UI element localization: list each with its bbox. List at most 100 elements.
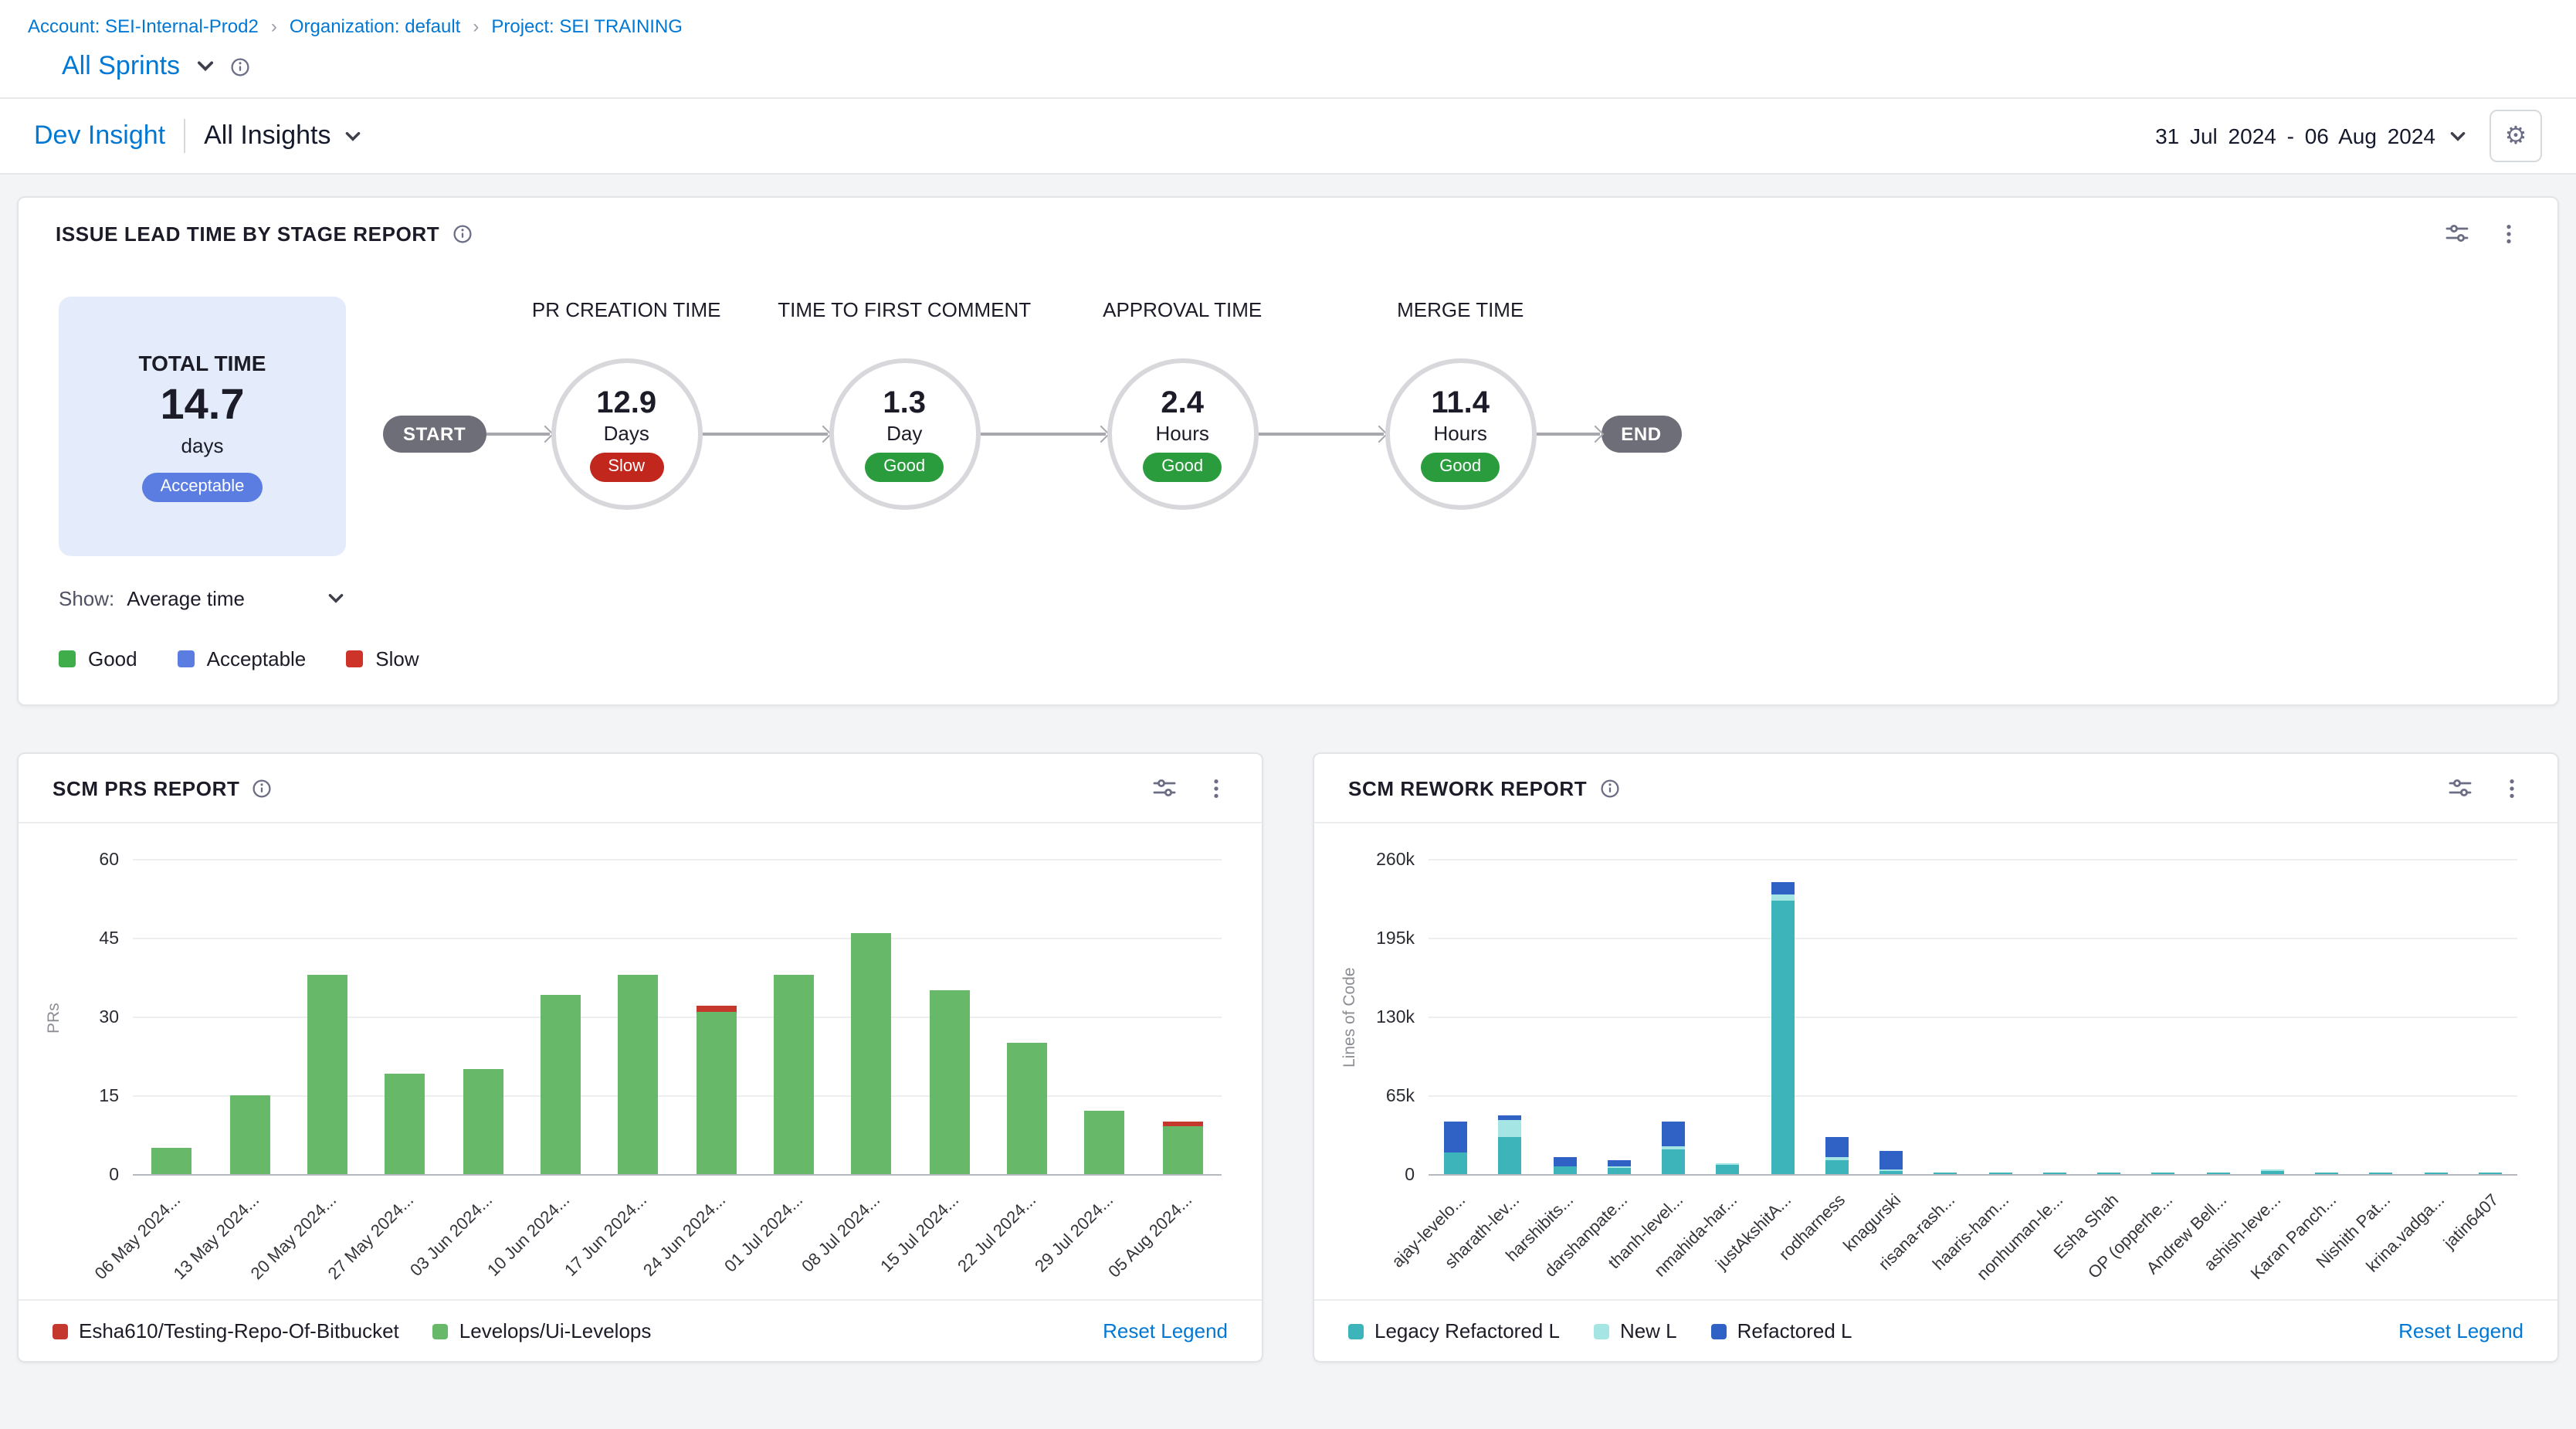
bar-24 Jun 2024...[interactable]: [696, 1006, 736, 1174]
bar-knagurski[interactable]: [1879, 1151, 1903, 1174]
gridline: [1429, 859, 2517, 860]
bar-29 Jul 2024...[interactable]: [1085, 1111, 1125, 1174]
bar-segment: [1499, 1138, 1522, 1174]
reset-legend-link[interactable]: Reset Legend: [1103, 1319, 1228, 1342]
info-icon[interactable]: [452, 223, 472, 243]
bar-segment: [1163, 1127, 1203, 1174]
lead-time-flow: START PR CREATION TIME 12.9 Days Slow TI…: [383, 358, 1682, 510]
y-axis-title: PRs: [40, 860, 68, 1176]
bar-10 Jun 2024...[interactable]: [541, 996, 581, 1174]
filter-sliders-icon[interactable]: [2448, 776, 2473, 800]
gridline: [133, 859, 1222, 860]
stage-pr-creation-time[interactable]: PR CREATION TIME 12.9 Days Slow: [551, 358, 702, 510]
breadcrumb-project[interactable]: Project: SEI TRAINING: [491, 15, 683, 37]
legend-item[interactable]: Levelops/Ui-Levelops: [433, 1319, 652, 1342]
sprint-selector[interactable]: All Sprints: [62, 51, 180, 82]
y-tick-label: 195k: [1376, 928, 1415, 950]
bar-OP (opperhe...[interactable]: [2152, 1173, 2175, 1174]
legend-swatch: [59, 650, 76, 667]
breadcrumb-organization[interactable]: Organization: default: [290, 15, 461, 37]
page-title[interactable]: Dev Insight: [34, 120, 165, 151]
bar-segment: [151, 1148, 192, 1174]
bar-13 May 2024...[interactable]: [229, 1095, 269, 1174]
chevron-down-icon: [344, 126, 364, 146]
insight-selector[interactable]: All Insights: [204, 120, 363, 151]
x-axis-line: [1429, 1174, 2517, 1176]
legend-item-acceptable[interactable]: Acceptable: [178, 647, 307, 670]
bar-17 Jun 2024...[interactable]: [619, 975, 659, 1174]
bar-Andrew Bell...[interactable]: [2206, 1173, 2229, 1174]
stage-time-to-first-comment[interactable]: TIME TO FIRST COMMENT 1.3 Day Good: [829, 358, 980, 510]
bar-segment: [1771, 882, 1794, 894]
bar-20 May 2024...[interactable]: [307, 975, 347, 1174]
filter-sliders-icon[interactable]: [1152, 776, 1177, 800]
bar-Karan Panch...[interactable]: [2315, 1173, 2338, 1174]
date-range-selector[interactable]: 31 Jul 2024 - 06 Aug 2024: [2155, 124, 2468, 148]
chevron-down-icon: [326, 589, 346, 609]
bar-darshanpate...[interactable]: [1608, 1159, 1631, 1174]
stage-merge-time[interactable]: MERGE TIME 11.4 Hours Good: [1385, 358, 1536, 510]
card-title: SCM PRS REPORT: [53, 776, 239, 799]
bar-segment: [774, 975, 814, 1174]
stage-value: 2.4: [1161, 386, 1204, 420]
gridline: [1429, 1095, 2517, 1097]
bar-ashish-leve...[interactable]: [2261, 1169, 2284, 1174]
total-time-card: TOTAL TIME 14.7 days Acceptable: [59, 297, 346, 556]
kebab-menu-icon[interactable]: [2497, 222, 2520, 245]
bar-thanh-level...[interactable]: [1662, 1122, 1685, 1174]
stage-approval-time[interactable]: APPROVAL TIME 2.4 Hours Good: [1107, 358, 1258, 510]
breadcrumb-account[interactable]: Account: SEI-Internal-Prod2: [28, 15, 259, 37]
bar-01 Jul 2024...[interactable]: [774, 975, 814, 1174]
bar-jatin6407[interactable]: [2479, 1173, 2502, 1174]
bar-segment: [2424, 1173, 2447, 1174]
bar-krina.vadga...[interactable]: [2424, 1173, 2447, 1174]
bar-nmahida-har...[interactable]: [1717, 1163, 1740, 1174]
bar-Nishith Pat...[interactable]: [2370, 1173, 2393, 1174]
bar-segment: [1444, 1152, 1467, 1174]
bar-05 Aug 2024...[interactable]: [1163, 1122, 1203, 1174]
bar-Esha Shah[interactable]: [2097, 1173, 2120, 1174]
chart-plot: 06 May 2024...13 May 2024...20 May 2024.…: [133, 860, 1222, 1176]
bar-08 Jul 2024...[interactable]: [852, 932, 892, 1174]
bar-15 Jul 2024...[interactable]: [930, 990, 970, 1174]
prs-chart: PRs 015304560 06 May 2024...13 May 2024.…: [40, 860, 1222, 1176]
bar-ajay-levelo...[interactable]: [1444, 1122, 1467, 1174]
filter-sliders-icon[interactable]: [2445, 221, 2469, 246]
kebab-menu-icon[interactable]: [1205, 776, 1228, 799]
dashboard-content: ISSUE LEAD TIME BY STAGE REPORT TO: [0, 175, 2576, 1429]
reset-legend-link[interactable]: Reset Legend: [2398, 1319, 2523, 1342]
legend-item-slow[interactable]: Slow: [346, 647, 419, 670]
bar-03 Jun 2024...[interactable]: [463, 1069, 503, 1174]
card-header: ISSUE LEAD TIME BY STAGE REPORT: [19, 198, 2557, 269]
gridline: [1429, 1017, 2517, 1018]
bar-06 May 2024...[interactable]: [151, 1148, 192, 1174]
info-icon[interactable]: [1599, 778, 1619, 798]
info-icon[interactable]: [252, 778, 272, 798]
settings-button[interactable]: ⚙: [2490, 110, 2542, 162]
stage-rating-badge: Slow: [589, 453, 663, 482]
chevron-down-icon[interactable]: [194, 56, 215, 77]
bar-harshibits...[interactable]: [1553, 1158, 1576, 1174]
show-average-time-select[interactable]: Show: Average time: [59, 587, 346, 610]
bar-segment: [2479, 1173, 2502, 1174]
bar-22 Jul 2024...[interactable]: [1007, 1043, 1047, 1174]
total-time-unit: days: [181, 434, 224, 457]
bar-haaris-ham...[interactable]: [1988, 1173, 2012, 1174]
bar-segment: [229, 1095, 269, 1174]
bar-segment: [619, 975, 659, 1174]
bar-sharath-lev...[interactable]: [1499, 1115, 1522, 1174]
bar-rodharness[interactable]: [1825, 1138, 1849, 1174]
bar-segment: [1553, 1166, 1576, 1174]
card-title: ISSUE LEAD TIME BY STAGE REPORT: [56, 222, 439, 245]
scm-prs-report-card: SCM PRS REPORT P: [17, 752, 1263, 1363]
bar-27 May 2024...[interactable]: [385, 1074, 425, 1174]
bar-segment: [1825, 1138, 1849, 1157]
bar-segment: [1879, 1151, 1903, 1169]
bar-nonhuman-le...[interactable]: [2043, 1173, 2066, 1174]
bar-justAkshitA...[interactable]: [1771, 882, 1794, 1174]
bar-risana-rash...[interactable]: [1934, 1173, 1957, 1174]
gridline: [133, 1017, 1222, 1018]
legend-item-good[interactable]: Good: [59, 647, 137, 670]
kebab-menu-icon[interactable]: [2500, 776, 2523, 799]
start-badge: START: [383, 416, 486, 453]
